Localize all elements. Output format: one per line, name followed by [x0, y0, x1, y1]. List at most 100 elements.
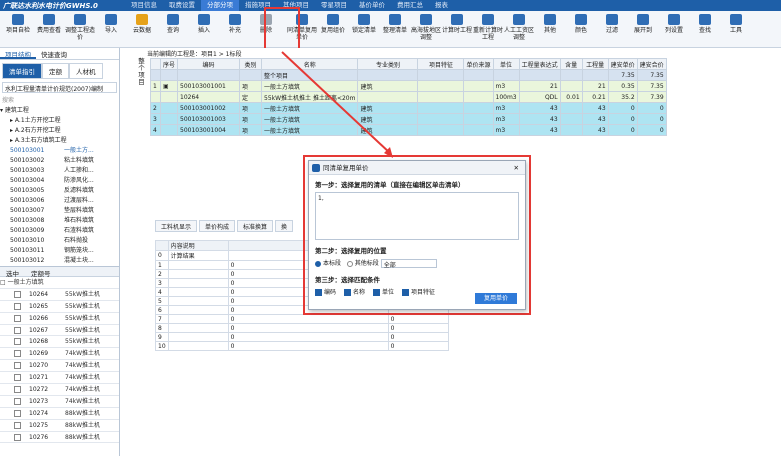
- checkbox-checked-icon[interactable]: [402, 289, 410, 296]
- tree-item[interactable]: 500103008 堆石料填筑: [0, 216, 119, 226]
- grid-cell[interactable]: [559, 124, 583, 136]
- grid-cell[interactable]: 4: [150, 124, 161, 136]
- grid-cell[interactable]: [357, 91, 419, 103]
- detail-cell[interactable]: 10: [155, 341, 169, 351]
- tree-item[interactable]: 500103004 防渗风化...: [0, 176, 119, 186]
- grid-cell[interactable]: [559, 113, 583, 125]
- quota-row[interactable]: 10265 55kW推土机: [0, 301, 119, 313]
- detail-cell[interactable]: 0: [227, 341, 389, 351]
- checkbox-icon[interactable]: [14, 433, 21, 441]
- opt-current[interactable]: 本标段: [323, 260, 341, 267]
- grid-cell[interactable]: [463, 69, 494, 81]
- grid-cell[interactable]: 7.35: [636, 69, 667, 81]
- checkbox-icon[interactable]: [14, 326, 21, 334]
- grid-cell[interactable]: 建筑: [357, 102, 419, 114]
- menu-item[interactable]: 零星项目: [315, 0, 353, 11]
- tree-node[interactable]: ▸ A.1土方开挖工程: [0, 116, 119, 126]
- radio-current-icon[interactable]: [315, 260, 321, 267]
- grid-cell[interactable]: [581, 69, 609, 81]
- grid-cell[interactable]: 43: [581, 113, 609, 125]
- tree-item[interactable]: 500103007 垫层料填筑: [0, 206, 119, 216]
- quota-row[interactable]: 10276 88kW推土机: [0, 432, 119, 444]
- grid-cell[interactable]: ▣: [159, 80, 179, 92]
- detail-cell[interactable]: [167, 305, 229, 315]
- grid-cell[interactable]: m3: [492, 124, 520, 136]
- grid-cell[interactable]: [463, 102, 494, 114]
- grid-cell[interactable]: [150, 91, 161, 103]
- table-row[interactable]: 整个项目 7.35 7.35: [150, 69, 667, 81]
- list-input[interactable]: 1,: [315, 192, 519, 240]
- match-condition[interactable]: 名称: [344, 289, 365, 296]
- checkbox-icon[interactable]: [14, 302, 21, 310]
- checkbox-icon[interactable]: [14, 290, 21, 298]
- grid-cell[interactable]: m3: [492, 102, 520, 114]
- grid-cell[interactable]: [150, 69, 161, 81]
- grid-cell[interactable]: 500103001002: [177, 102, 241, 114]
- grid-cell[interactable]: 2: [150, 102, 161, 114]
- reuse-button[interactable]: 复用单价: [475, 293, 517, 304]
- left-subtab[interactable]: 定额: [42, 63, 69, 79]
- grid-cell[interactable]: m3: [492, 113, 520, 125]
- toolbar-button[interactable]: 插入: [189, 13, 219, 47]
- toolbar-button[interactable]: 锁定清单: [349, 13, 379, 47]
- quota-row[interactable]: 10266 55kW推土机: [0, 313, 119, 325]
- toolbar-button[interactable]: 费用查看: [34, 13, 64, 47]
- menu-item[interactable]: 费用汇总: [391, 0, 429, 11]
- checkbox-icon[interactable]: [14, 409, 21, 417]
- grid-cell[interactable]: [492, 69, 520, 81]
- grid-cell[interactable]: 43: [518, 124, 561, 136]
- grid-cell[interactable]: 项: [239, 113, 263, 125]
- grid-cell[interactable]: 7.35: [636, 80, 667, 92]
- detail-cell[interactable]: 0: [387, 332, 449, 342]
- grid-cell[interactable]: [159, 124, 179, 136]
- checkbox-icon[interactable]: [14, 350, 21, 358]
- grid-cell[interactable]: [518, 69, 561, 81]
- tree-item[interactable]: 500103011 钢筋笼块...: [0, 246, 119, 256]
- menu-item[interactable]: 报表: [429, 0, 454, 11]
- grid-cell[interactable]: 0: [636, 113, 667, 125]
- grid-cell[interactable]: [357, 69, 419, 81]
- tree-item[interactable]: 500103002 粘土料填筑: [0, 156, 119, 166]
- detail-cell[interactable]: 0: [227, 332, 389, 342]
- detail-cell[interactable]: 0: [155, 250, 169, 261]
- grid-cell[interactable]: 500103001001: [177, 80, 241, 92]
- detail-cell[interactable]: [167, 332, 229, 342]
- grid-cell[interactable]: [417, 69, 465, 81]
- toolbar-button[interactable]: 补充: [220, 13, 250, 47]
- grid-cell[interactable]: 500103001003: [177, 113, 241, 125]
- bottom-tab[interactable]: 工料机显示: [155, 220, 198, 232]
- grid-cell[interactable]: [159, 102, 179, 114]
- grid-cell[interactable]: 一般土方填筑: [261, 124, 359, 136]
- other-select[interactable]: 全部: [380, 259, 437, 269]
- grid-cell[interactable]: 7.35: [607, 69, 638, 81]
- grid-cell[interactable]: [417, 124, 465, 136]
- checkbox-checked-icon[interactable]: [373, 289, 381, 296]
- detail-cell[interactable]: 3: [155, 278, 169, 288]
- tree-item[interactable]: 500103010 石料抛投: [0, 236, 119, 246]
- toolbar-button[interactable]: 工具: [721, 13, 751, 47]
- grid-cell[interactable]: [417, 80, 465, 92]
- grid-cell[interactable]: QDL: [518, 91, 561, 103]
- grid-cell[interactable]: 整个项目: [261, 69, 359, 81]
- bottom-tab[interactable]: 标准换算: [237, 220, 274, 232]
- toolbar-button[interactable]: 查找: [690, 13, 720, 47]
- table-row[interactable]: 4 500103001004 项一般土方填筑 建筑 m3 43 43 0 0: [150, 124, 667, 136]
- detail-cell[interactable]: 6: [155, 305, 169, 315]
- detail-row[interactable]: 10 0 0: [155, 341, 449, 351]
- grid-cell[interactable]: 一般土方填筑: [261, 102, 359, 114]
- grid-cell[interactable]: 55kW推土机推土 推土距离<20m: [261, 91, 359, 103]
- grid-cell[interactable]: 0.35: [607, 80, 638, 92]
- grid-cell[interactable]: [159, 69, 179, 81]
- grid-cell[interactable]: 0.21: [581, 91, 609, 103]
- menu-item[interactable]: 取费设置: [163, 0, 201, 11]
- left-subtab[interactable]: 人材机: [69, 63, 103, 79]
- grid-cell[interactable]: [463, 113, 494, 125]
- checkbox-icon[interactable]: [14, 374, 21, 382]
- detail-cell[interactable]: 0: [227, 314, 389, 324]
- detail-cell[interactable]: 8: [155, 323, 169, 333]
- toolbar-button[interactable]: 整理清单: [380, 13, 410, 47]
- tree-item[interactable]: 500103005 反滤料填筑: [0, 186, 119, 196]
- grid-cell[interactable]: 0: [636, 124, 667, 136]
- quota-row[interactable]: 10270 74kW推土机: [0, 360, 119, 373]
- grid-cell[interactable]: [177, 69, 241, 81]
